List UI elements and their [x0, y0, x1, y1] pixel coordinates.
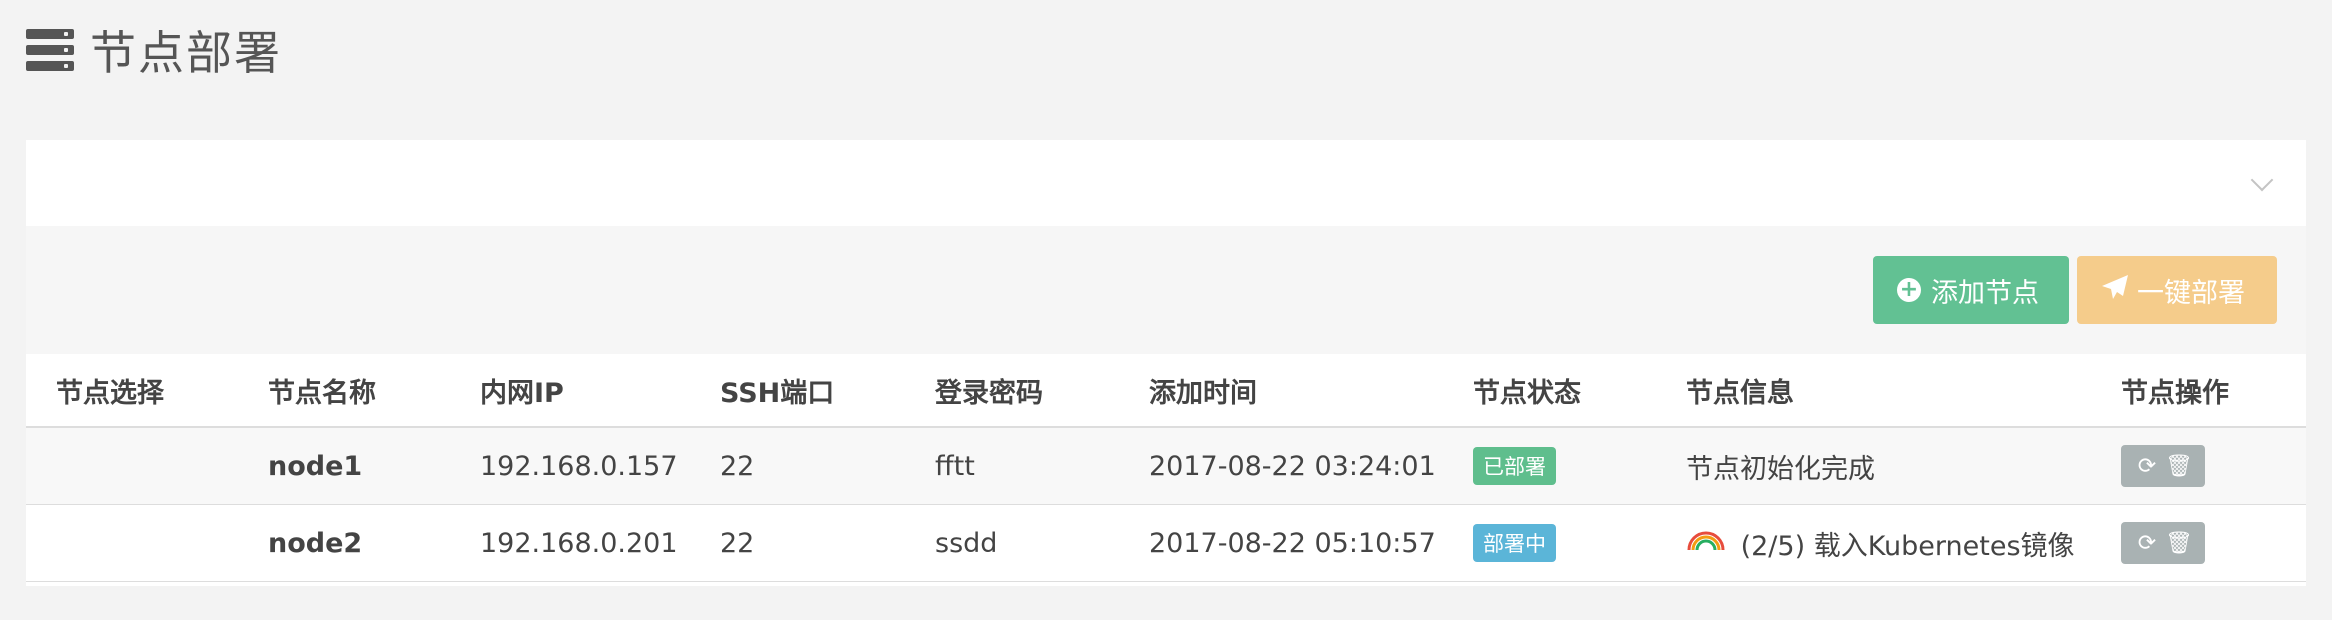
- trash-icon[interactable]: 🗑: [2163, 531, 2195, 556]
- status-cell: 部署中: [1443, 504, 1656, 582]
- row-actions: ⟳ 🗑: [2121, 445, 2205, 487]
- paper-plane-icon: [2101, 274, 2129, 307]
- col-header-password: 登录密码: [905, 354, 1119, 428]
- node-time: 2017-08-22 03:24:01: [1119, 427, 1443, 505]
- server-icon: [26, 29, 74, 71]
- col-header-name: 节点名称: [238, 354, 450, 428]
- col-header-status: 节点状态: [1443, 354, 1656, 428]
- chevron-down-icon[interactable]: [2250, 168, 2274, 192]
- select-cell[interactable]: [26, 504, 238, 582]
- node-ip: 192.168.0.157: [450, 427, 690, 505]
- table-header-row: 节点选择 节点名称 内网IP SSH端口 登录密码 添加时间 节点状态 节点信息…: [26, 354, 2306, 428]
- nodes-panel: + 添加节点 一键部署 节点选择 节点名称 内网IP SSH端口 登录密码 添加…: [26, 140, 2306, 586]
- refresh-icon[interactable]: ⟳: [2131, 531, 2163, 556]
- status-badge: 已部署: [1473, 447, 1556, 485]
- node-ip: 192.168.0.201: [450, 504, 690, 582]
- plus-circle-icon: +: [1897, 278, 1921, 302]
- status-cell: 已部署: [1443, 427, 1656, 505]
- add-node-label: 添加节点: [1931, 277, 2039, 309]
- node-port: 22: [690, 504, 905, 582]
- col-header-ip: 内网IP: [450, 354, 690, 428]
- col-header-info: 节点信息: [1656, 354, 2091, 428]
- node-info: 节点初始化完成: [1656, 427, 2091, 505]
- table-row[interactable]: node1 192.168.0.157 22 fftt 2017-08-22 0…: [26, 427, 2306, 505]
- nodes-table: 节点选择 节点名称 内网IP SSH端口 登录密码 添加时间 节点状态 节点信息…: [26, 354, 2306, 582]
- col-header-actions: 节点操作: [2091, 354, 2306, 428]
- node-info: (2/5) 载入Kubernetes镜像: [1740, 530, 2075, 562]
- node-password: fftt: [905, 427, 1119, 505]
- toolbar: + 添加节点 一键部署: [26, 226, 2306, 354]
- table-row[interactable]: node2 192.168.0.201 22 ssdd 2017-08-22 0…: [26, 504, 2306, 582]
- refresh-icon[interactable]: ⟳: [2131, 454, 2163, 479]
- node-port: 22: [690, 427, 905, 505]
- info-cell: (2/5) 载入Kubernetes镜像: [1656, 504, 2091, 582]
- node-name: node1: [238, 427, 450, 505]
- node-name: node2: [238, 504, 450, 582]
- col-header-select: 节点选择: [26, 354, 238, 428]
- status-badge: 部署中: [1473, 524, 1556, 562]
- actions-cell: ⟳ 🗑: [2091, 504, 2306, 582]
- row-actions: ⟳ 🗑: [2121, 522, 2205, 564]
- panel-header: [26, 140, 2306, 226]
- col-header-time: 添加时间: [1119, 354, 1443, 428]
- deploy-label: 一键部署: [2137, 277, 2245, 309]
- trash-icon[interactable]: 🗑: [2163, 454, 2195, 479]
- actions-cell: ⟳ 🗑: [2091, 427, 2306, 505]
- col-header-port: SSH端口: [690, 354, 905, 428]
- select-cell[interactable]: [26, 427, 238, 505]
- spinner-icon: [1686, 527, 1726, 550]
- one-click-deploy-button[interactable]: 一键部署: [2077, 256, 2277, 324]
- node-time: 2017-08-22 05:10:57: [1119, 504, 1443, 582]
- page-title: 节点部署: [90, 26, 282, 80]
- node-password: ssdd: [905, 504, 1119, 582]
- add-node-button[interactable]: + 添加节点: [1873, 256, 2069, 324]
- page-header: 节点部署: [26, 20, 282, 80]
